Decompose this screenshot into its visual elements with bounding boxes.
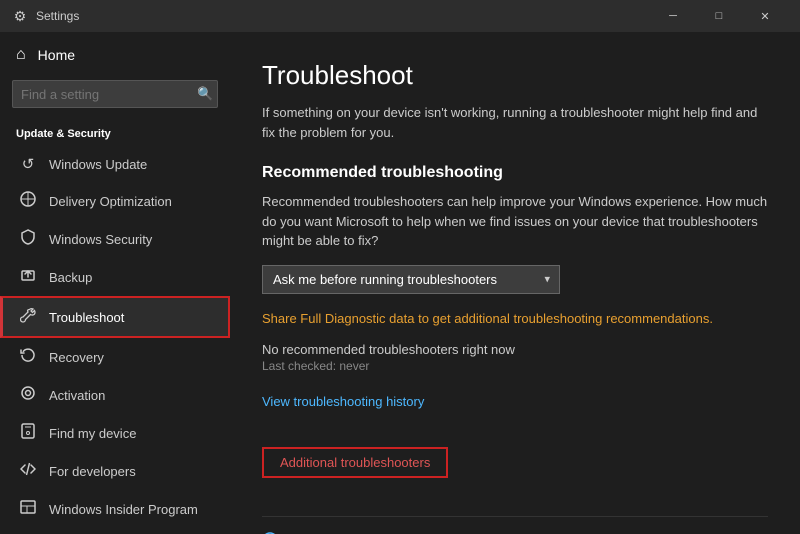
content-description: If something on your device isn't workin… [262,103,768,142]
minimize-button[interactable]: ─ [650,0,696,32]
sidebar-item-find-my-device[interactable]: Find my device [0,414,230,452]
get-help-link[interactable]: Get help [262,527,768,534]
sidebar-item-activation[interactable]: Activation [0,376,230,414]
search-icon: 🔍 [197,86,213,102]
sidebar-item-label: Find my device [49,426,136,441]
sidebar-item-label: Activation [49,388,105,403]
sidebar-item-label: For developers [49,464,136,479]
sidebar-search-box[interactable]: 🔍 [12,80,218,108]
content-area: Troubleshoot If something on your device… [230,32,800,534]
home-icon: ⌂ [16,46,26,64]
sidebar: ⌂ Home 🔍 Update & Security ↺ Windows Upd… [0,32,230,534]
sidebar-item-windows-insider[interactable]: Windows Insider Program [0,490,230,528]
developer-icon [19,461,37,481]
sidebar-item-label: Backup [49,270,92,285]
additional-troubleshooters-button[interactable]: Additional troubleshooters [262,447,448,478]
sidebar-item-home[interactable]: ⌂ Home [0,36,230,74]
sidebar-item-for-developers[interactable]: For developers [0,452,230,490]
sidebar-item-label: Delivery Optimization [49,194,172,209]
activation-icon [19,385,37,405]
dropdown-wrapper[interactable]: Ask me before running troubleshootersRun… [262,265,560,294]
sidebar-item-label: Windows Security [49,232,152,247]
sidebar-item-delivery-optimization[interactable]: Delivery Optimization [0,182,230,220]
search-input[interactable] [21,87,197,102]
sidebar-item-label: Windows Update [49,157,147,172]
page-title: Troubleshoot [262,60,768,91]
recovery-icon [19,347,37,367]
insider-icon [19,499,37,519]
view-history-link[interactable]: View troubleshooting history [262,394,424,409]
sidebar-item-troubleshoot[interactable]: Troubleshoot [0,296,230,338]
divider [262,516,768,517]
sidebar-item-label: Troubleshoot [49,310,124,325]
delivery-icon [19,191,37,211]
close-button[interactable]: ✕ [742,0,788,32]
main-layout: ⌂ Home 🔍 Update & Security ↺ Windows Upd… [0,32,800,534]
no-troubleshooters-status: No recommended troubleshooters right now [262,342,768,357]
sidebar-home-label: Home [38,47,75,63]
last-checked-status: Last checked: never [262,359,768,373]
update-icon: ↺ [19,155,37,173]
maximize-button[interactable]: □ [696,0,742,32]
settings-icon: ⚙ [12,8,28,24]
sidebar-item-backup[interactable]: Backup [0,258,230,296]
troubleshoot-dropdown[interactable]: Ask me before running troubleshootersRun… [262,265,560,294]
recommended-heading: Recommended troubleshooting [262,164,768,182]
sidebar-item-recovery[interactable]: Recovery [0,338,230,376]
window-controls: ─ □ ✕ [650,0,788,32]
find-device-icon [19,423,37,443]
troubleshoot-icon [19,307,37,327]
sidebar-item-windows-update[interactable]: ↺ Windows Update [0,146,230,182]
sidebar-item-label: Recovery [49,350,104,365]
recommended-text: Recommended troubleshooters can help imp… [262,192,768,251]
titlebar: ⚙ Settings ─ □ ✕ [0,0,800,32]
security-icon [19,229,37,249]
sidebar-item-label: Windows Insider Program [49,502,198,517]
titlebar-title: Settings [36,9,650,23]
share-diagnostic-link[interactable]: Share Full Diagnostic data to get additi… [262,311,713,326]
sidebar-section-title: Update & Security [0,120,230,146]
backup-icon [19,267,37,287]
sidebar-item-windows-security[interactable]: Windows Security [0,220,230,258]
